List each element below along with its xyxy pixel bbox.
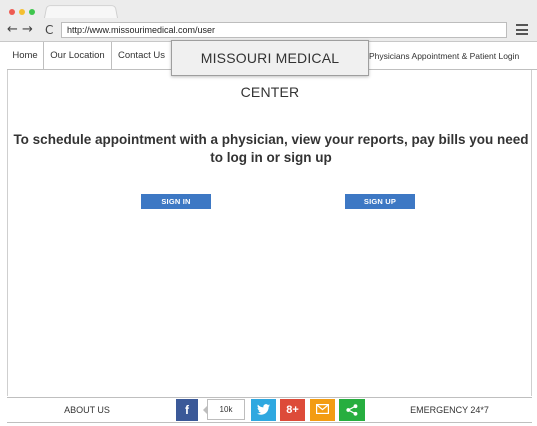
- twitter-share-button[interactable]: [251, 399, 276, 421]
- sign-in-button[interactable]: SIGN IN: [141, 194, 211, 209]
- google-plus-share-button[interactable]: 8+: [280, 399, 305, 421]
- facebook-icon: f: [185, 403, 189, 417]
- content-right-border: [531, 70, 532, 396]
- sign-up-button[interactable]: SIGN UP: [345, 194, 415, 209]
- google-plus-icon: 8+: [286, 404, 299, 416]
- site-brand-title: MISSOURI MEDICAL CENTER: [171, 40, 369, 100]
- window-maximize-dot[interactable]: [29, 9, 35, 15]
- back-arrow-icon[interactable]: ←: [7, 22, 18, 38]
- footer-emergency-text: EMERGENCY 24*7: [410, 405, 489, 415]
- nav-contact-us-link[interactable]: Contact Us: [112, 42, 172, 70]
- twitter-bird-icon: [257, 404, 270, 415]
- nav-physicians-patient-login-links[interactable]: Physicians Appointment & Patient Login: [369, 42, 519, 70]
- content-left-border: [7, 70, 8, 396]
- facebook-share-button[interactable]: f: [176, 399, 198, 421]
- forward-arrow-icon[interactable]: →: [22, 22, 33, 38]
- reload-icon[interactable]: C: [45, 22, 53, 38]
- envelope-icon: [316, 404, 329, 414]
- hamburger-menu-icon[interactable]: [516, 24, 528, 35]
- window-close-dot[interactable]: [9, 9, 15, 15]
- address-bar[interactable]: http://www.missourimedical.com/user: [61, 22, 507, 38]
- share-button[interactable]: [339, 399, 365, 421]
- share-count-badge: 10k: [207, 399, 245, 420]
- window-minimize-dot[interactable]: [19, 9, 25, 15]
- footer-about-us-link[interactable]: ABOUT US: [7, 398, 167, 422]
- login-prompt-message: To schedule appointment with a physician…: [13, 132, 529, 165]
- browser-chrome: ← → C http://www.missourimedical.com/use…: [0, 0, 537, 42]
- nav-home-link[interactable]: Home: [7, 42, 44, 70]
- email-share-button[interactable]: [310, 399, 335, 421]
- share-icon: [346, 404, 358, 416]
- browser-tab[interactable]: [44, 5, 118, 18]
- nav-our-location-link[interactable]: Our Location: [44, 42, 112, 70]
